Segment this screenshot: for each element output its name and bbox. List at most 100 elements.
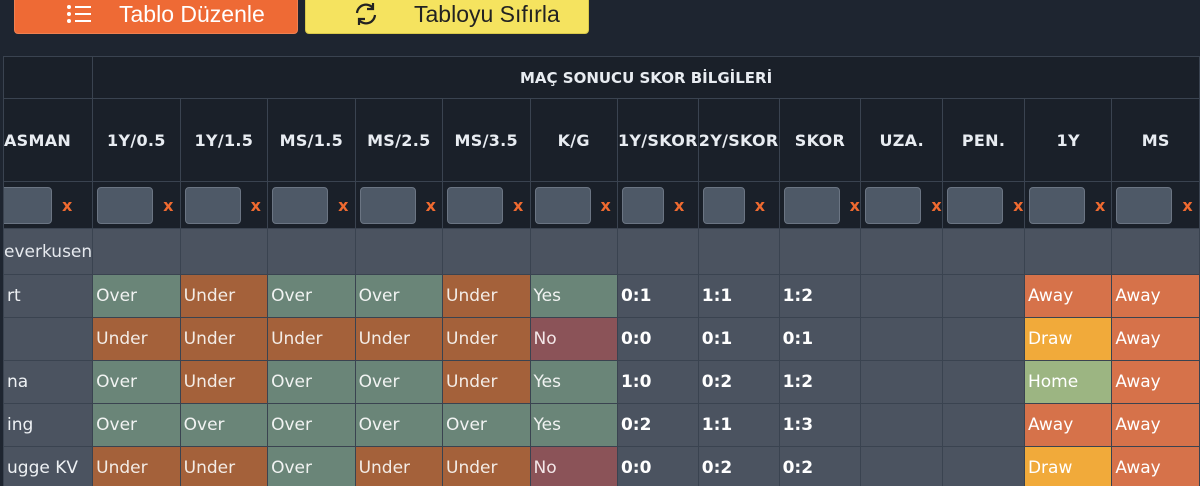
clear-filter-icon[interactable]: x xyxy=(163,196,173,215)
clear-filter-icon[interactable]: x xyxy=(1013,196,1023,215)
filter-input[interactable] xyxy=(621,186,664,224)
result-cell: Over xyxy=(267,360,356,404)
result-cell: Under xyxy=(92,446,181,486)
empty-cell xyxy=(1023,228,1113,275)
column-header[interactable]: 1Y/1.5 xyxy=(179,98,269,182)
table-row[interactable]: ing Over Over Over Over Over Yes 0:2 1:1 1:3 Away A… xyxy=(2,403,1200,447)
result-cell xyxy=(860,274,944,318)
empty-cell xyxy=(860,228,944,275)
filter-input[interactable] xyxy=(184,186,241,224)
clear-filter-icon[interactable]: x xyxy=(62,196,72,215)
clear-filter-icon[interactable]: x xyxy=(601,196,611,215)
clear-filter-icon[interactable]: x xyxy=(251,196,261,215)
result-cell: Under xyxy=(179,360,269,404)
column-header[interactable]: K/G xyxy=(529,98,618,182)
column-header[interactable]: MS/1.5 xyxy=(267,98,356,182)
column-header[interactable]: 1Y/0.5 xyxy=(92,98,181,182)
empty-cell xyxy=(942,228,1025,275)
filter-input[interactable] xyxy=(783,186,840,224)
empty-cell xyxy=(529,228,618,275)
result-cell: 0:2 xyxy=(616,403,699,447)
group-header-empty xyxy=(2,56,94,99)
result-cell xyxy=(942,360,1025,404)
filter-input[interactable] xyxy=(4,186,52,224)
result-cell: 0:2 xyxy=(697,446,780,486)
filter-input[interactable] xyxy=(865,186,922,224)
team-name-cell xyxy=(2,317,94,361)
result-cell: Under xyxy=(442,446,531,486)
result-cell: Under xyxy=(354,446,444,486)
filter-input[interactable] xyxy=(947,186,1004,224)
result-cell: 1:1 xyxy=(697,274,780,318)
result-cell: Over xyxy=(354,274,444,318)
column-header[interactable]: PEN. xyxy=(942,98,1025,182)
result-cell: 0:1 xyxy=(697,317,780,361)
clear-filter-icon[interactable]: x xyxy=(513,196,523,215)
filter-input[interactable] xyxy=(702,186,745,224)
clear-filter-icon[interactable]: x xyxy=(850,196,860,215)
column-header[interactable]: 1Y/SKOR xyxy=(616,98,699,182)
result-cell: Away xyxy=(1111,360,1200,404)
result-cell: Over xyxy=(267,274,356,318)
clear-filter-icon[interactable]: x xyxy=(338,196,348,215)
result-cell: Yes xyxy=(529,403,618,447)
edit-table-label: Tablo Düzenle xyxy=(119,0,265,27)
column-header[interactable]: 1Y xyxy=(1023,98,1113,182)
clear-filter-icon[interactable]: x xyxy=(931,196,941,215)
table-row[interactable]: na Over Under Over Over Under Yes 1:0 0:2 1:2 Home… xyxy=(2,360,1200,404)
clear-filter-icon[interactable]: x xyxy=(1095,196,1105,215)
table-row[interactable]: rt Over Under Over Over Under Yes 0:1 1:1 1:2 Away… xyxy=(2,274,1200,318)
result-cell: No xyxy=(529,317,618,361)
column-header[interactable]: MS xyxy=(1111,98,1200,182)
team-name-cell: ing xyxy=(2,403,94,447)
filter-input[interactable] xyxy=(447,186,504,224)
edit-table-button[interactable]: Tablo Düzenle xyxy=(14,0,298,34)
result-cell: 0:2 xyxy=(697,360,780,404)
filter-input[interactable] xyxy=(1028,186,1085,224)
filter-input[interactable] xyxy=(359,186,416,224)
team-name-cell: ugge KV xyxy=(2,446,94,486)
filter-input[interactable] xyxy=(1116,186,1173,224)
result-cell: Yes xyxy=(529,274,618,318)
column-header-row: ASMAN 1Y/0.5 1Y/1.5 MS/1.5 MS/2.5 MS/3.5 K/G 1… xyxy=(2,98,1200,182)
reset-table-label: Tabloyu Sıfırla xyxy=(414,0,560,27)
filter-input[interactable] xyxy=(97,186,154,224)
column-header[interactable]: SKOR xyxy=(778,98,862,182)
filter-cell: x xyxy=(92,181,181,229)
column-header[interactable]: 2Y/SKOR xyxy=(697,98,780,182)
filter-cell: x xyxy=(354,181,444,229)
clear-filter-icon[interactable]: x xyxy=(755,196,765,215)
empty-cell xyxy=(778,228,862,275)
clear-filter-icon[interactable]: x xyxy=(426,196,436,215)
column-header[interactable]: MS/3.5 xyxy=(442,98,531,182)
result-cell: 0:0 xyxy=(616,317,699,361)
team-name-cell: na xyxy=(2,360,94,404)
filter-cell: x xyxy=(778,181,862,229)
table-row[interactable]: ugge KV Under Under Over Under Under No 0:0 0:2 0… xyxy=(2,446,1200,486)
result-cell xyxy=(860,360,944,404)
empty-cell xyxy=(1111,228,1200,275)
column-header-team[interactable]: ASMAN xyxy=(2,98,94,182)
column-header[interactable]: MS/2.5 xyxy=(354,98,444,182)
result-cell: Home xyxy=(1023,360,1113,404)
table-row[interactable]: Under Under Under Under Under No 0:0 0:1 0:1 Draw… xyxy=(2,317,1200,361)
filter-input[interactable] xyxy=(272,186,329,224)
result-cell xyxy=(860,403,944,447)
result-cell xyxy=(942,446,1025,486)
result-cell xyxy=(860,446,944,486)
empty-cell xyxy=(442,228,531,275)
result-cell: Over xyxy=(267,403,356,447)
filter-cell: x xyxy=(1111,181,1200,229)
result-cell: 1:2 xyxy=(778,360,862,404)
result-cell: Over xyxy=(92,274,181,318)
filter-input[interactable] xyxy=(534,186,591,224)
clear-filter-icon[interactable]: x xyxy=(1182,196,1192,215)
column-header[interactable]: UZA. xyxy=(860,98,944,182)
result-cell: Yes xyxy=(529,360,618,404)
reset-table-button[interactable]: Tabloyu Sıfırla xyxy=(305,0,589,34)
result-cell: Draw xyxy=(1023,446,1113,486)
result-cell: Under xyxy=(92,317,181,361)
clear-filter-icon[interactable]: x xyxy=(674,196,684,215)
group-title: MAÇ SONUCU SKOR BİLGİLERİ xyxy=(92,56,1200,99)
empty-cell xyxy=(697,228,780,275)
